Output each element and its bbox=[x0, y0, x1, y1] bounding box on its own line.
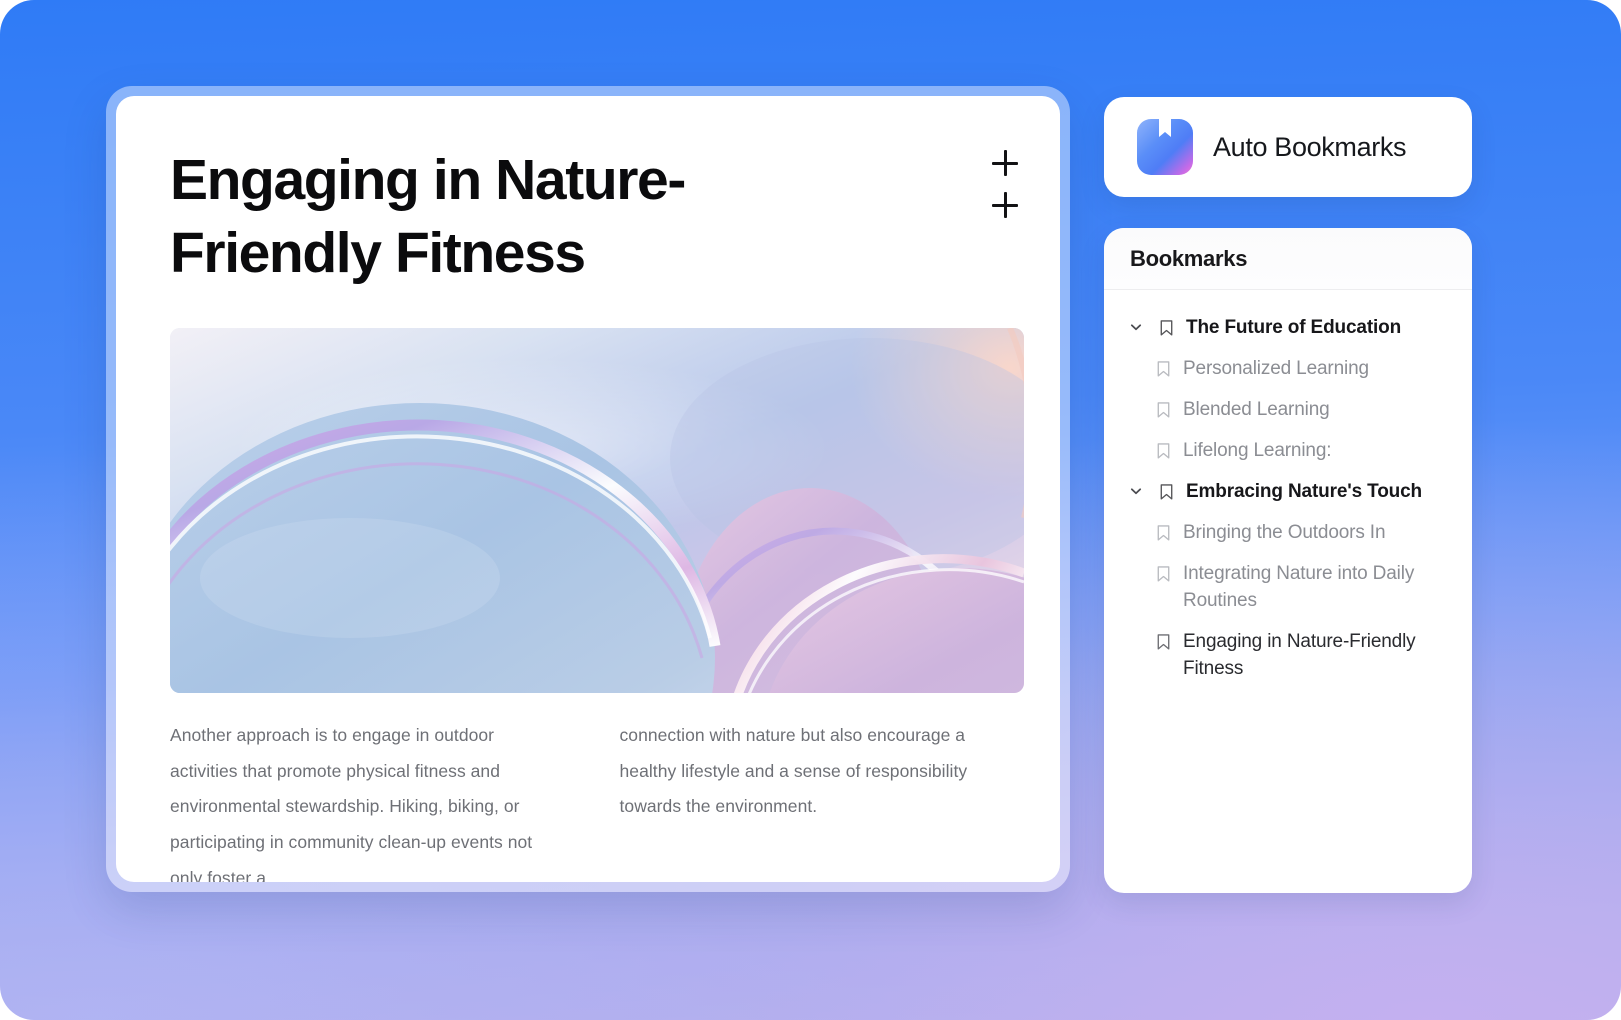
bookmark-item-label: The Future of Education bbox=[1186, 317, 1402, 338]
bookmark-icon bbox=[1155, 315, 1177, 339]
bookmark-item-label: Bringing the Outdoors In bbox=[1183, 521, 1386, 543]
body-column-left: Another approach is to engage in outdoor… bbox=[170, 718, 565, 882]
bookmark-app-icon bbox=[1137, 119, 1193, 175]
bookmark-icon bbox=[1152, 438, 1174, 462]
bookmark-item[interactable]: Embracing Nature's Touch bbox=[1122, 472, 1454, 513]
bookmark-item-label: Personalized Learning bbox=[1183, 357, 1369, 379]
article-card-frame: Engaging in Nature-Friendly Fitness Anot… bbox=[106, 86, 1070, 892]
bookmark-item[interactable]: Bringing the Outdoors In bbox=[1122, 513, 1454, 554]
bookmark-item[interactable]: Lifelong Learning: bbox=[1122, 431, 1454, 472]
bookmark-item-label: Blended Learning bbox=[1183, 398, 1330, 420]
body-paragraph: connection with nature but also encourag… bbox=[619, 725, 968, 817]
article-header: Engaging in Nature-Friendly Fitness bbox=[116, 96, 1060, 290]
bookmarks-panel-header: Bookmarks bbox=[1104, 228, 1472, 290]
bookmark-item[interactable]: Engaging in Nature-Friendly Fitness bbox=[1122, 622, 1454, 690]
bookmark-icon bbox=[1152, 629, 1174, 653]
bookmark-item[interactable]: Personalized Learning bbox=[1122, 349, 1454, 390]
bookmark-icon bbox=[1152, 561, 1174, 585]
page-title: Engaging in Nature-Friendly Fitness bbox=[170, 148, 686, 285]
body-paragraph: Another approach is to engage in outdoor… bbox=[170, 725, 533, 882]
bookmark-item-label: Integrating Nature into Daily Routines bbox=[1183, 562, 1415, 611]
app-header-card[interactable]: Auto Bookmarks bbox=[1104, 97, 1472, 197]
bookmark-icon bbox=[1152, 397, 1174, 421]
add-button-1[interactable] bbox=[990, 148, 1020, 178]
bookmark-item[interactable]: The Future of Education bbox=[1122, 308, 1454, 349]
bookmarks-list: The Future of Education Personalized Lear… bbox=[1104, 290, 1472, 690]
bookmark-icon bbox=[1152, 520, 1174, 544]
bookmarks-panel: Bookmarks The Future of Education Persona… bbox=[1104, 228, 1472, 893]
bookmark-icon bbox=[1152, 356, 1174, 380]
article-card: Engaging in Nature-Friendly Fitness Anot… bbox=[116, 96, 1060, 882]
add-button-2[interactable] bbox=[990, 190, 1020, 220]
app-root: Engaging in Nature-Friendly Fitness Anot… bbox=[0, 0, 1621, 1020]
bookmark-item[interactable]: Integrating Nature into Daily Routines bbox=[1122, 554, 1454, 622]
article-body: Another approach is to engage in outdoor… bbox=[170, 718, 1014, 882]
body-column-right: connection with nature but also encourag… bbox=[620, 718, 1015, 882]
app-title: Auto Bookmarks bbox=[1213, 131, 1407, 162]
bookmark-item-label: Engaging in Nature-Friendly Fitness bbox=[1183, 630, 1416, 679]
bookmarks-panel-title: Bookmarks bbox=[1130, 245, 1248, 271]
bookmark-item[interactable]: Blended Learning bbox=[1122, 390, 1454, 431]
add-button-group bbox=[990, 148, 1020, 220]
bookmark-icon bbox=[1155, 479, 1177, 503]
chevron-down-icon[interactable] bbox=[1126, 315, 1146, 339]
bookmark-item-label: Embracing Nature's Touch bbox=[1186, 480, 1422, 502]
bookmark-item-label: Lifelong Learning: bbox=[1183, 439, 1332, 461]
chevron-down-icon[interactable] bbox=[1126, 479, 1146, 503]
hero-image bbox=[170, 328, 1024, 693]
